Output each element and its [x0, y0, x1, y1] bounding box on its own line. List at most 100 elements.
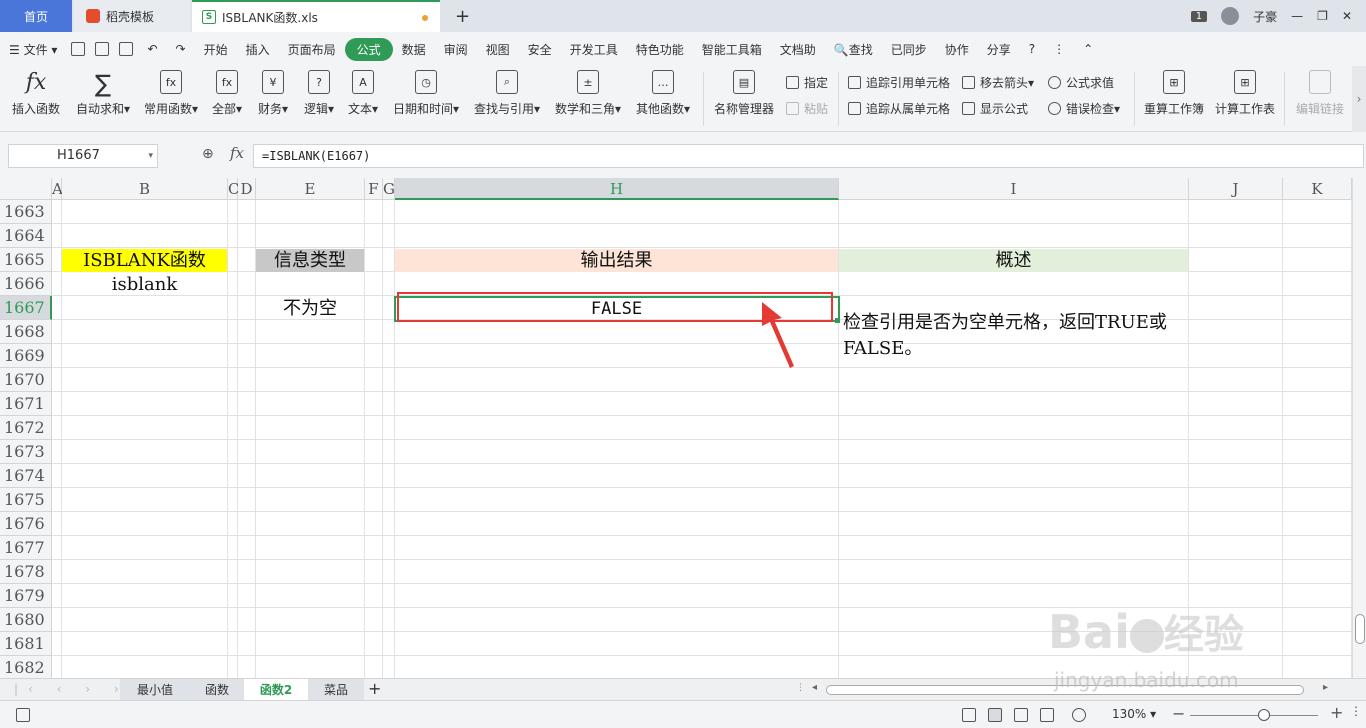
new-tab-plus-icon[interactable]: + [455, 0, 470, 32]
tab-file[interactable]: S ISBLANK函数.xls [192, 0, 440, 32]
vertical-scroll-thumb[interactable] [1355, 614, 1365, 644]
menu-item-3[interactable]: 公式 [344, 37, 393, 61]
name-manager-button[interactable]: ▤ 名称管理器 [714, 70, 774, 117]
row-header-1671[interactable]: 1671 [0, 392, 52, 416]
column-header-k[interactable]: K [1283, 178, 1352, 200]
name-box[interactable]: H1667 ▾ [8, 144, 158, 168]
minimize-icon[interactable]: — [1291, 9, 1303, 23]
zoom-slider[interactable] [1190, 715, 1318, 716]
zoom-formula-icon[interactable]: ⊕ [202, 146, 214, 162]
sheet-tab-3[interactable]: 菜品 [308, 679, 364, 701]
column-header-g[interactable]: G [383, 178, 395, 200]
window-count-badge[interactable]: 1 [1190, 10, 1208, 22]
evaluate-formula-button[interactable]: 公式求值 [1048, 74, 1114, 91]
recalc-workbook-button[interactable]: ⊞ 重算工作簿 [1144, 70, 1204, 117]
column-header-b[interactable]: B [62, 178, 228, 200]
row-header-1663[interactable]: 1663 [0, 200, 52, 224]
error-check-button[interactable]: 错误检查 ▾ [1048, 100, 1120, 117]
row-header-1668[interactable]: 1668 [0, 320, 52, 344]
eye-protection-icon[interactable] [1072, 708, 1086, 722]
column-header-j[interactable]: J [1189, 178, 1283, 200]
share-button[interactable]: 分享 [978, 41, 1020, 58]
row-header-1678[interactable]: 1678 [0, 560, 52, 584]
menu-item-6[interactable]: 视图 [477, 41, 519, 58]
macro-record-icon[interactable] [16, 708, 30, 722]
all-functions-button[interactable]: fx 全部▾ [212, 70, 242, 117]
hamburger-menu-icon[interactable]: ☰ 文件 ▾ [0, 41, 66, 58]
row-header-1667[interactable]: 1667 [0, 296, 52, 320]
common-functions-button[interactable]: fx 常用函数▾ [144, 70, 198, 117]
sync-button[interactable]: 已同步 [882, 41, 936, 58]
edit-links-button[interactable]: 编辑链接 [1296, 70, 1344, 117]
row-header-1681[interactable]: 1681 [0, 632, 52, 656]
cell-e1665[interactable]: 信息类型 [256, 249, 364, 273]
sheet-tab-2[interactable]: 函数2 [244, 679, 308, 701]
menu-item-8[interactable]: 开发工具 [561, 41, 627, 58]
formula-input[interactable]: =ISBLANK(E1667) [253, 144, 1364, 168]
finance-button[interactable]: ¥ 财务▾ [258, 70, 288, 117]
fullscreen-icon[interactable] [962, 708, 976, 722]
paste-button[interactable]: 粘贴 [786, 100, 828, 117]
menu-item-4[interactable]: 数据 [393, 41, 435, 58]
row-header-1680[interactable]: 1680 [0, 608, 52, 632]
tab-template[interactable]: 稻壳模板 [74, 0, 190, 32]
restore-icon[interactable]: ❐ [1317, 9, 1328, 23]
other-functions-button[interactable]: … 其他函数▾ [636, 70, 690, 117]
row-header-1665[interactable]: 1665 [0, 248, 52, 272]
menu-item-10[interactable]: 智能工具箱 [693, 41, 771, 58]
normal-view-icon[interactable] [988, 708, 1002, 722]
row-header-1673[interactable]: 1673 [0, 440, 52, 464]
fx-icon[interactable]: fx [230, 144, 244, 162]
menu-item-5[interactable]: 审阅 [435, 41, 477, 58]
menu-item-7[interactable]: 安全 [519, 41, 561, 58]
undo-icon[interactable]: ↶ [138, 42, 166, 56]
menu-item-1[interactable]: 插入 [237, 41, 279, 58]
reading-layout-icon[interactable] [1040, 708, 1054, 722]
user-name[interactable]: 子豪 [1253, 8, 1277, 25]
collab-button[interactable]: 协作 [936, 41, 978, 58]
row-header-1670[interactable]: 1670 [0, 368, 52, 392]
tab-split-icon[interactable]: ⋮ [796, 683, 805, 693]
column-header-f[interactable]: F [365, 178, 383, 200]
show-formula-button[interactable]: 显示公式 [962, 100, 1028, 117]
zoom-slider-knob[interactable] [1258, 709, 1270, 721]
close-icon[interactable]: ✕ [1342, 9, 1352, 23]
more-icon[interactable]: ⋮ [1044, 42, 1074, 56]
menu-item-9[interactable]: 特色功能 [627, 41, 693, 58]
save-icon[interactable] [71, 42, 86, 56]
fill-handle[interactable] [835, 318, 840, 323]
avatar[interactable] [1221, 7, 1240, 25]
lookup-button[interactable]: ⌕ 查找与引用▾ [474, 70, 540, 117]
scroll-left-icon[interactable]: ◂ [812, 682, 817, 693]
cell-h1665[interactable]: 输出结果 [395, 249, 838, 273]
menu-item-2[interactable]: 页面布局 [279, 41, 345, 58]
cell-b1666[interactable]: isblank [62, 273, 227, 297]
redo-icon[interactable]: ↷ [167, 42, 195, 56]
text-button[interactable]: A 文本▾ [348, 70, 378, 117]
column-header-a[interactable]: A [52, 178, 63, 200]
trace-precedents-button[interactable]: 追踪引用单元格 [848, 74, 950, 91]
cell-e1667[interactable]: 不为空 [256, 297, 364, 321]
insert-function-button[interactable]: fx 插入函数 [12, 70, 60, 117]
column-header-e[interactable]: E [256, 178, 365, 200]
vertical-scrollbar[interactable] [1352, 178, 1366, 678]
column-header-c[interactable]: C [228, 178, 239, 200]
search-icon[interactable]: 🔍查找 [825, 41, 882, 58]
print-icon[interactable] [95, 42, 110, 56]
sheet-tab-0[interactable]: 最小值 [120, 679, 190, 701]
datetime-button[interactable]: ◷ 日期和时间▾ [393, 70, 459, 117]
row-header-1674[interactable]: 1674 [0, 464, 52, 488]
chevron-down-icon[interactable]: ▾ [148, 145, 153, 167]
autosum-button[interactable]: ∑ 自动求和▾ [76, 70, 130, 117]
column-header-d[interactable]: D [238, 178, 256, 200]
math-button[interactable]: ± 数学和三角▾ [555, 70, 621, 117]
help-icon[interactable]: ? [1020, 42, 1044, 56]
select-all-corner[interactable] [0, 178, 52, 200]
logic-button[interactable]: ? 逻辑▾ [304, 70, 334, 117]
cell-i1667[interactable]: 检查引用是否为空单元格，返回TRUE或FALSE。 [843, 310, 1188, 362]
row-header-1682[interactable]: 1682 [0, 656, 52, 678]
cell-b1665[interactable]: ISBLANK函数 [62, 249, 227, 273]
row-header-1669[interactable]: 1669 [0, 344, 52, 368]
row-header-1679[interactable]: 1679 [0, 584, 52, 608]
calc-sheet-button[interactable]: ⊞ 计算工作表 [1215, 70, 1275, 117]
